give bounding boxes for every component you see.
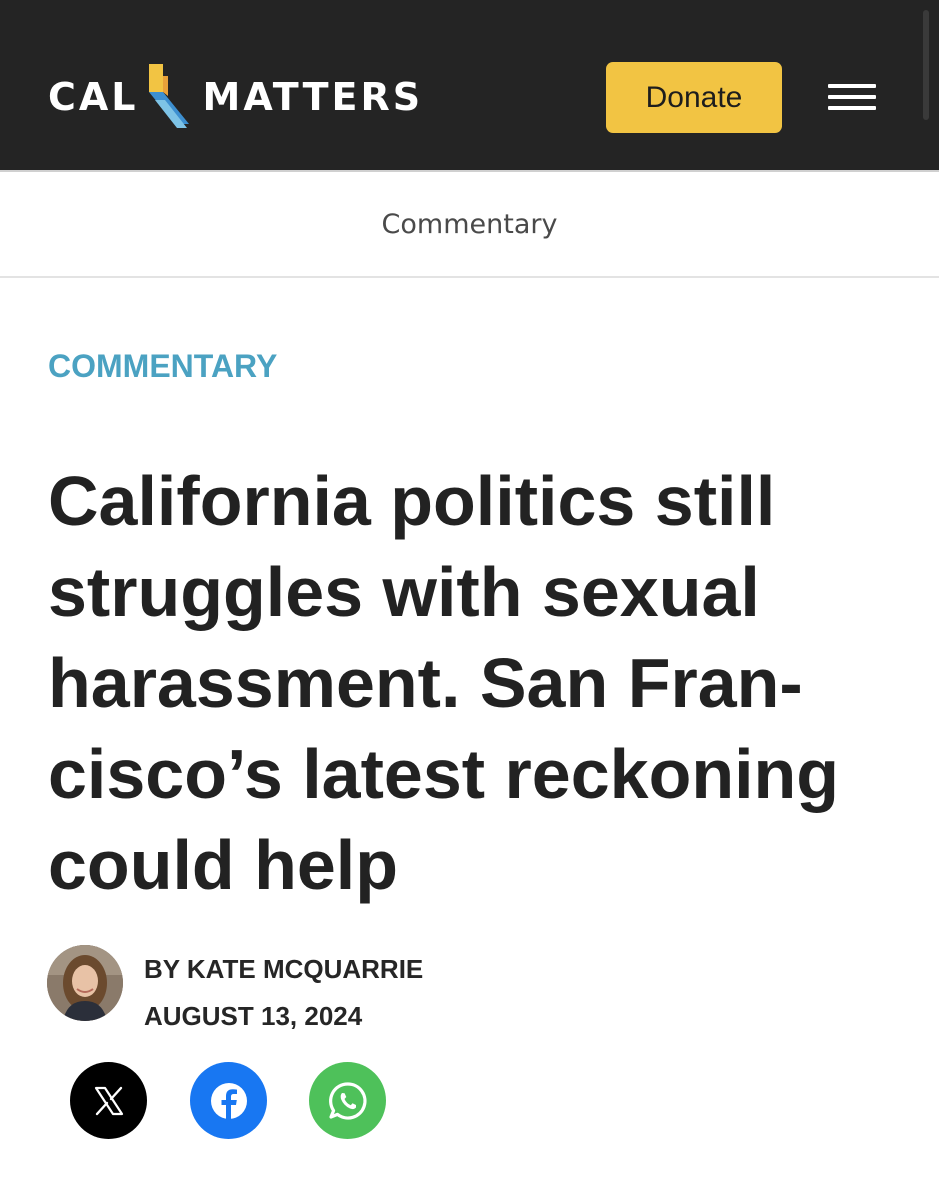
whatsapp-icon (328, 1081, 367, 1120)
article-category-kicker[interactable]: COMMENTARY (48, 346, 277, 386)
author-photo-icon (47, 945, 123, 1021)
author-byline[interactable]: BY KATE MCQUARRIE (144, 953, 423, 985)
publish-date: AUGUST 13, 2024 (144, 1001, 363, 1031)
author-avatar[interactable] (47, 945, 123, 1021)
calmatters-logo[interactable]: CAL MATTERS (48, 62, 423, 132)
share-facebook-button[interactable] (190, 1062, 267, 1139)
share-x-button[interactable] (70, 1062, 147, 1139)
article-headline: California politics still struggles with… (48, 456, 898, 911)
hamburger-menu-icon[interactable] (828, 80, 880, 114)
section-nav-commentary[interactable]: Commentary (0, 208, 939, 242)
logo-text-matters: MATTERS (202, 75, 424, 119)
headline-line: California politics still (48, 462, 776, 540)
donate-button[interactable]: Donate (606, 62, 782, 133)
headline-line: could help (48, 826, 398, 904)
section-nav: Commentary (0, 170, 939, 278)
headline-line: struggles with sexual (48, 553, 760, 631)
headline-line: harassment. San Fran- (48, 644, 803, 722)
logo-text-cal: CAL (48, 75, 139, 119)
headline-line: cisco’s latest reckoning (48, 735, 840, 813)
share-whatsapp-button[interactable] (309, 1062, 386, 1139)
california-state-logo-icon (148, 64, 189, 128)
facebook-icon (210, 1082, 247, 1119)
scrollbar-thumb[interactable] (923, 10, 929, 120)
x-logo-icon (94, 1086, 123, 1115)
site-header: CAL MATTERS Donate (0, 0, 939, 170)
